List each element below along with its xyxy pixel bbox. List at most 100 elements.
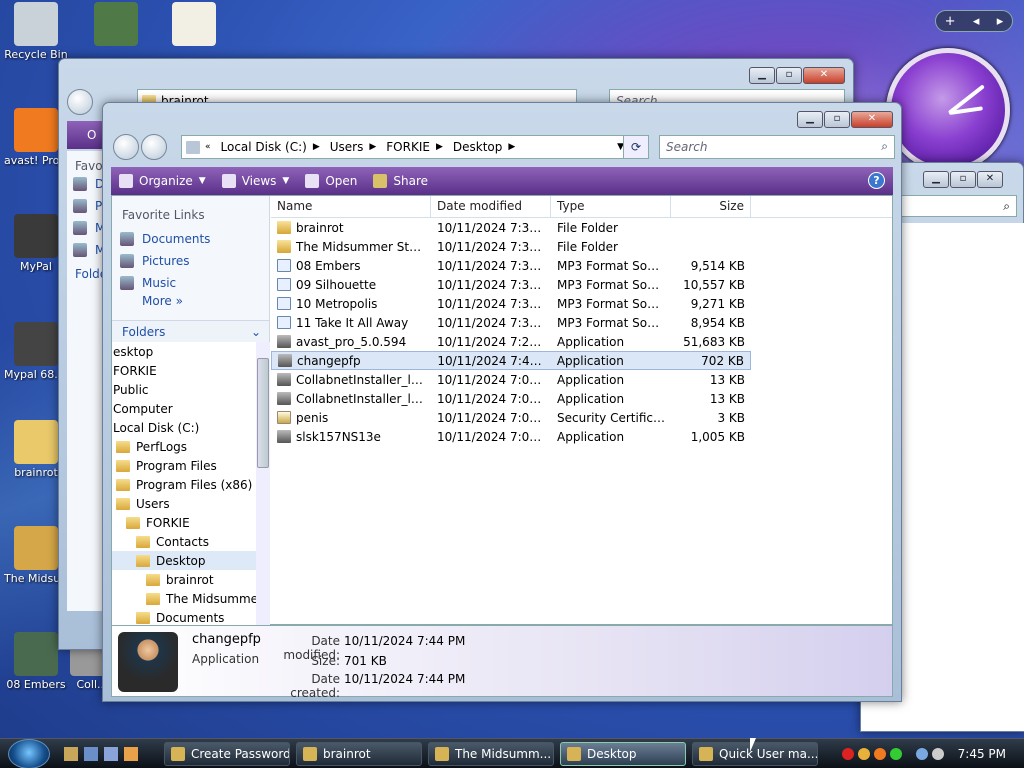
search-icon[interactable]: ⌕ bbox=[881, 139, 888, 154]
tree-item[interactable]: Program Files (x86) bbox=[112, 475, 256, 494]
refresh-button[interactable]: ⟳ bbox=[623, 135, 649, 159]
file-name: slsk157NS13e bbox=[271, 429, 431, 444]
search-input[interactable]: Search ⌕ bbox=[659, 135, 895, 159]
file-row[interactable]: 09 Silhouette 10/11/2024 7:31 PM MP3 Forma… bbox=[271, 275, 892, 294]
close-button[interactable]: ✕ bbox=[977, 171, 1003, 188]
breadcrumb-arrow-icon[interactable]: ▶ bbox=[436, 142, 443, 152]
taskbar-button[interactable]: Desktop bbox=[560, 742, 686, 766]
file-row[interactable]: 08 Embers 10/11/2024 7:31 PM MP3 Format So… bbox=[271, 256, 892, 275]
file-row[interactable]: 10 Metropolis 10/11/2024 7:32 PM MP3 Forma… bbox=[271, 294, 892, 313]
next-gadget-icon[interactable]: ▸ bbox=[997, 14, 1004, 29]
file-row[interactable]: The Midsummer Statio... 10/11/2024 7:35 P… bbox=[271, 237, 892, 256]
close-button[interactable]: ✕ bbox=[851, 111, 893, 128]
open-button[interactable]: Open bbox=[305, 174, 357, 188]
taskbar-button[interactable]: Create Password bbox=[164, 742, 290, 766]
clock-gadget[interactable] bbox=[886, 48, 1010, 172]
switch-windows-icon[interactable] bbox=[104, 747, 118, 761]
tree-item[interactable]: Documents bbox=[112, 608, 256, 626]
file-row[interactable]: avast_pro_5.0.594 10/11/2024 7:29 PM Appli… bbox=[271, 332, 892, 351]
favorite-link-music[interactable]: Music bbox=[112, 272, 269, 294]
breadcrumb-arrow-icon[interactable]: ▶ bbox=[313, 142, 320, 152]
add-gadget-icon[interactable]: + bbox=[945, 14, 956, 29]
address-bar[interactable]: « Local Disk (C:) ▶ Users ▶ FORKIE ▶ Desktop ▶ ▼ bbox=[181, 135, 629, 159]
breadcrumb-segment[interactable]: FORKIE bbox=[386, 140, 430, 154]
security-alert-icon[interactable] bbox=[841, 748, 854, 760]
breadcrumb-arrow-icon[interactable]: ▶ bbox=[508, 142, 515, 152]
tray-app-icon[interactable] bbox=[857, 748, 870, 760]
gadget-bar[interactable]: + ◂ ▸ bbox=[935, 10, 1013, 32]
avast-tray-icon[interactable] bbox=[873, 748, 886, 760]
minimize-button[interactable]: ▁ bbox=[797, 111, 823, 128]
tree-item[interactable]: brainrot bbox=[112, 570, 256, 589]
breadcrumb-segment[interactable]: Local Disk (C:) bbox=[221, 140, 307, 154]
tree-item[interactable]: Users bbox=[112, 494, 256, 513]
search-input[interactable]: ⌕ bbox=[901, 195, 1017, 217]
minimize-button[interactable]: ▁ bbox=[923, 171, 949, 188]
tree-scrollbar[interactable] bbox=[256, 342, 270, 626]
column-header-name[interactable]: Name bbox=[271, 196, 431, 217]
taskbar-button[interactable]: The Midsumm... bbox=[428, 742, 554, 766]
file-row[interactable]: penis 10/11/2024 7:07 PM Security Certific… bbox=[271, 408, 892, 427]
breadcrumb-segment[interactable]: Desktop bbox=[453, 140, 503, 154]
column-header-date-modified[interactable]: Date modified bbox=[431, 196, 551, 217]
forward-button[interactable] bbox=[141, 134, 167, 160]
file-row[interactable]: CollabnetInstaller_lega... 10/11/2024 7:0… bbox=[271, 370, 892, 389]
taskbar-button[interactable]: brainrot bbox=[296, 742, 422, 766]
share-button[interactable]: Share bbox=[373, 174, 428, 188]
prev-gadget-icon[interactable]: ◂ bbox=[973, 14, 980, 29]
volume-icon[interactable] bbox=[931, 748, 944, 760]
favorite-link-documents[interactable]: Documents bbox=[112, 228, 269, 250]
maximize-button[interactable]: ▫ bbox=[950, 171, 976, 188]
clock-time[interactable]: 7:45 PM bbox=[958, 747, 1006, 761]
desktop-icon-image bbox=[14, 108, 58, 152]
tree-item[interactable]: FORKIE bbox=[112, 513, 256, 532]
help-button[interactable]: ? bbox=[868, 172, 885, 189]
network-icon[interactable] bbox=[915, 748, 928, 760]
media-player-icon[interactable] bbox=[124, 747, 138, 761]
tree-item[interactable]: The Midsummer bbox=[112, 589, 256, 608]
file-size: 10,557 KB bbox=[683, 277, 745, 292]
desktop-icon[interactable] bbox=[162, 2, 226, 48]
tree-item[interactable]: esktop bbox=[112, 342, 256, 361]
breadcrumb-arrow-icon[interactable]: ▶ bbox=[369, 142, 376, 152]
tree-item[interactable]: Local Disk (C:) bbox=[112, 418, 256, 437]
back-button[interactable] bbox=[113, 134, 139, 160]
favorite-link-pictures[interactable]: Pictures bbox=[112, 250, 269, 272]
quick-launch-icon[interactable] bbox=[64, 747, 78, 761]
more-link[interactable]: More » bbox=[112, 294, 269, 314]
back-button[interactable] bbox=[67, 89, 93, 115]
desktop-icon[interactable] bbox=[84, 2, 148, 48]
file-name-text: changepfp bbox=[297, 353, 361, 368]
desktop-icon-image bbox=[14, 214, 58, 258]
explorer-window[interactable]: ▁ ▫ ✕ « Local Disk (C:) ▶ Users ▶ FORKIE ▶ Des… bbox=[102, 102, 902, 702]
scrollbar-thumb[interactable] bbox=[257, 358, 269, 468]
tray-check-icon[interactable] bbox=[889, 748, 902, 760]
tree-item[interactable]: Program Files bbox=[112, 456, 256, 475]
organize-button[interactable]: Organize ▼ bbox=[119, 174, 206, 188]
tree-item[interactable]: Computer bbox=[112, 399, 256, 418]
folders-header[interactable]: Folders ⌄ bbox=[112, 320, 269, 344]
maximize-button[interactable]: ▫ bbox=[824, 111, 850, 128]
file-row[interactable]: changepfp 10/11/2024 7:44 PM Application 70… bbox=[271, 351, 751, 370]
file-row[interactable]: slsk157NS13e 10/11/2024 7:09 PM Applicatio… bbox=[271, 427, 892, 446]
tree-item-label: Program Files (x86) bbox=[136, 477, 253, 492]
start-button[interactable] bbox=[8, 739, 50, 768]
file-row[interactable]: 11 Take It All Away 10/11/2024 7:33 PM MP3… bbox=[271, 313, 892, 332]
breadcrumb-chevron-icon[interactable]: « bbox=[205, 142, 211, 152]
tree-item[interactable]: Contacts bbox=[112, 532, 256, 551]
maximize-button[interactable]: ▫ bbox=[776, 67, 802, 84]
show-desktop-icon[interactable] bbox=[84, 747, 98, 761]
breadcrumb-segment[interactable]: Users bbox=[330, 140, 364, 154]
tree-item[interactable]: Public bbox=[112, 380, 256, 399]
tree-item[interactable]: Desktop bbox=[112, 551, 256, 570]
views-button[interactable]: Views ▼ bbox=[221, 174, 289, 188]
close-button[interactable]: ✕ bbox=[803, 67, 845, 84]
file-row[interactable]: CollabnetInstaller_lega... 10/11/2024 7:0… bbox=[271, 389, 892, 408]
minimize-button[interactable]: ▁ bbox=[749, 67, 775, 84]
column-header-type[interactable]: Type bbox=[551, 196, 671, 217]
desktop-icon[interactable]: Recycle Bin bbox=[4, 2, 68, 61]
tree-item[interactable]: FORKIE bbox=[112, 361, 256, 380]
tree-item[interactable]: PerfLogs bbox=[112, 437, 256, 456]
column-header-size[interactable]: Size bbox=[671, 196, 751, 217]
file-row[interactable]: brainrot 10/11/2024 7:35 PM File Folder bbox=[271, 218, 892, 237]
